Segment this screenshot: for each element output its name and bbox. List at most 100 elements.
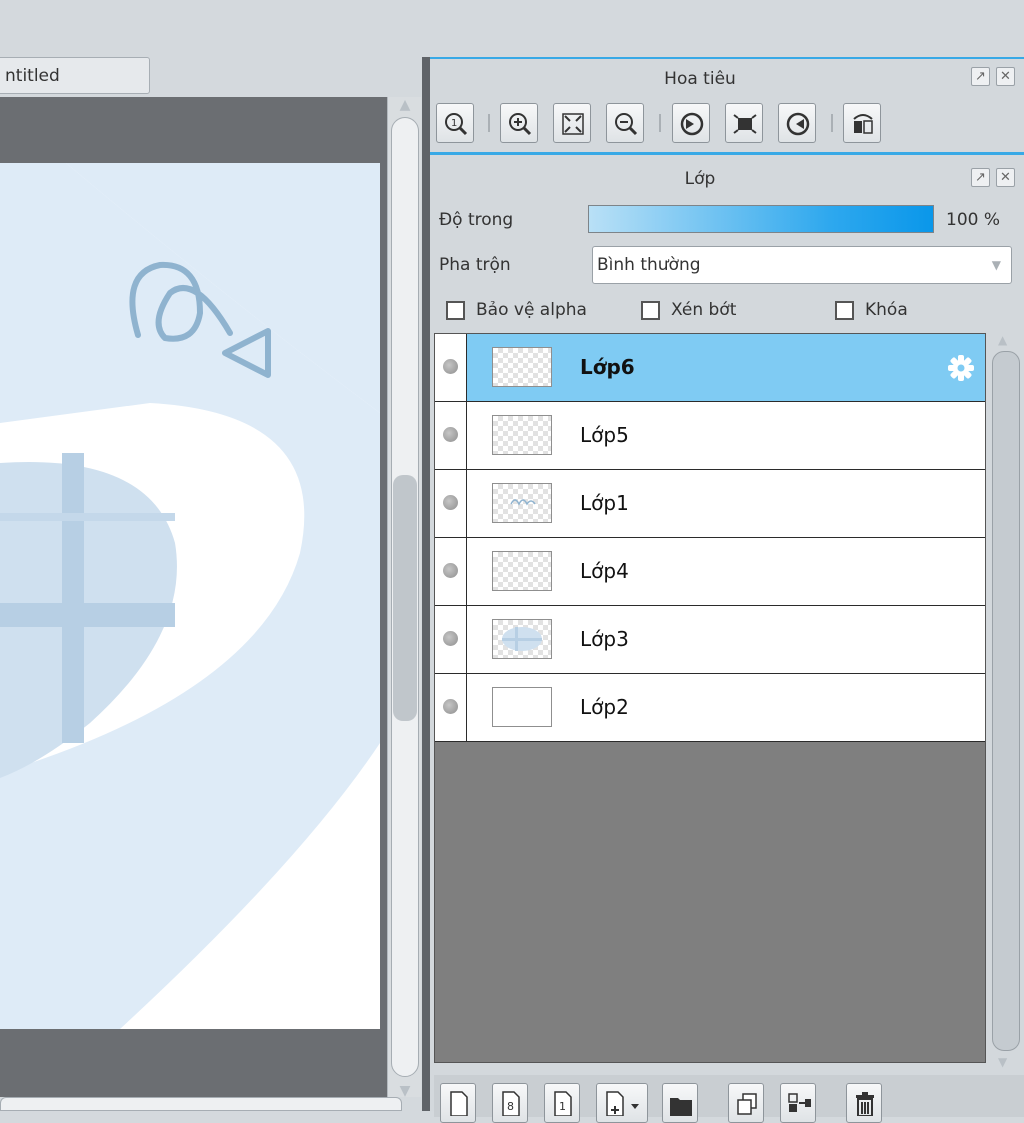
layer-name: Lớp3: [580, 627, 629, 651]
toolbar-separator: [659, 114, 661, 132]
trash-icon: [856, 1092, 874, 1116]
zoom-in-icon: [509, 113, 532, 136]
panel-splitter[interactable]: [422, 57, 430, 1111]
duplicate-icon: [737, 1093, 757, 1115]
blend-mode-label: Pha trộn: [439, 255, 511, 275]
layer-name: Lớp4: [580, 559, 629, 583]
fit-to-window-button[interactable]: [553, 103, 591, 143]
svg-text:1: 1: [559, 1100, 566, 1113]
visibility-cell[interactable]: [435, 402, 467, 469]
layer-row[interactable]: Lớp6: [435, 334, 985, 402]
layer-thumbnail: [492, 347, 552, 387]
visibility-cell[interactable]: [435, 334, 467, 401]
layer-panel-close-icon[interactable]: ✕: [996, 168, 1015, 187]
lock-checkbox[interactable]: [835, 301, 854, 320]
toolbar-separator: [831, 114, 833, 132]
visibility-cell[interactable]: [435, 606, 467, 673]
canvas-vertical-scrollbar[interactable]: ▲ ▼: [387, 97, 421, 1099]
reset-view-icon: [733, 114, 757, 134]
merge-down-button[interactable]: [780, 1083, 816, 1123]
duplicate-layer-button[interactable]: [728, 1083, 764, 1123]
navigator-panel: Hoa tiêu ↗ ✕ 1: [430, 57, 1024, 152]
layer-thumbnail: [492, 415, 552, 455]
canvas-artwork: [0, 163, 380, 1029]
artwork-stripe-v: [62, 453, 84, 743]
clipping-label: Xén bớt: [671, 300, 737, 320]
flip-horizontal-button[interactable]: [843, 103, 881, 143]
new-page-icon: [450, 1091, 468, 1116]
canvas-horizontal-scrollbar[interactable]: [0, 1097, 402, 1111]
visibility-dot-icon[interactable]: [443, 427, 458, 442]
layer-row[interactable]: Lớp3: [435, 606, 985, 674]
layer-row[interactable]: Lớp5: [435, 402, 985, 470]
layer-thumbnail: [492, 551, 552, 591]
layer-row[interactable]: Lớp4: [435, 538, 985, 606]
zoom-in-button[interactable]: [500, 103, 538, 143]
layer-thumbnail-art: [510, 499, 536, 506]
layer-list-scrollbar[interactable]: ▲ ▼: [988, 333, 1020, 1073]
protect-alpha-checkbox[interactable]: [446, 301, 465, 320]
canvas-scroll-thumb[interactable]: [393, 475, 417, 721]
visibility-dot-icon[interactable]: [443, 359, 458, 374]
layer-row[interactable]: Lớp2: [435, 674, 985, 742]
layer-panel: Lớp ↗ ✕ Độ trong 100 % Pha trộn Bình thư…: [430, 152, 1024, 1123]
opacity-slider[interactable]: [588, 205, 934, 233]
navigator-title: Hoa tiêu: [664, 69, 736, 89]
clipping-checkbox[interactable]: [641, 301, 660, 320]
layer-name: Lớp5: [580, 423, 629, 447]
navigator-undock-icon[interactable]: ↗: [971, 67, 990, 86]
layer-scroll-thumb[interactable]: [992, 351, 1020, 1051]
new-1bit-layer-icon: 1: [554, 1091, 572, 1116]
document-tab[interactable]: ntitled: [0, 57, 150, 94]
canvas-paper[interactable]: [0, 163, 380, 1029]
layer-panel-title: Lớp: [684, 169, 716, 189]
svg-text:1: 1: [451, 118, 457, 129]
add-layer-icon: [606, 1091, 639, 1116]
delete-layer-button[interactable]: [846, 1083, 882, 1123]
scroll-down-arrow-icon[interactable]: ▼: [396, 1083, 414, 1099]
layer-row[interactable]: Lớp1: [435, 470, 985, 538]
opacity-value: 100 %: [946, 210, 1001, 230]
layer-thumbnail-art: [502, 627, 542, 651]
zoom-out-button[interactable]: [606, 103, 644, 143]
new-layer-button[interactable]: [440, 1083, 476, 1123]
visibility-cell[interactable]: [435, 470, 467, 537]
artwork-stripe-v2: [0, 513, 175, 521]
scroll-down-arrow-icon[interactable]: ▼: [998, 1055, 1007, 1069]
visibility-dot-icon[interactable]: [443, 631, 458, 646]
layer-list[interactable]: Lớp6 Lớp5 Lớp1 Lớp4 Lớp3 Lớp2: [434, 333, 986, 1063]
reset-view-button[interactable]: [725, 103, 763, 143]
zoom-actual-size-button[interactable]: 1: [436, 103, 474, 143]
new-1bit-layer-button[interactable]: 1: [544, 1083, 580, 1123]
artwork-stripe-h: [0, 603, 175, 627]
layer-panel-undock-icon[interactable]: ↗: [971, 168, 990, 187]
rotate-left-button[interactable]: [672, 103, 710, 143]
gear-icon[interactable]: [945, 352, 977, 384]
rotate-right-button[interactable]: [778, 103, 816, 143]
visibility-cell[interactable]: [435, 538, 467, 605]
visibility-dot-icon[interactable]: [443, 699, 458, 714]
new-folder-button[interactable]: [662, 1083, 698, 1123]
blend-mode-select[interactable]: Bình thường ▼: [592, 246, 1012, 284]
scroll-up-arrow-icon[interactable]: ▲: [396, 97, 414, 113]
merge-down-icon: [788, 1093, 811, 1112]
blend-mode-value: Bình thường: [597, 255, 701, 275]
canvas-viewport[interactable]: [0, 97, 387, 1097]
chevron-down-icon: ▼: [991, 258, 1001, 272]
new-8bit-layer-button[interactable]: 8: [492, 1083, 528, 1123]
svg-text:8: 8: [507, 1100, 514, 1113]
protect-alpha-label: Bảo vệ alpha: [476, 300, 587, 320]
visibility-cell[interactable]: [435, 674, 467, 741]
fit-window-icon: [562, 113, 584, 135]
layer-thumbnail: [492, 687, 552, 727]
document-tab-label: ntitled: [5, 66, 60, 86]
new-8bit-layer-icon: 8: [502, 1091, 520, 1116]
layer-thumbnail: [492, 619, 552, 659]
visibility-dot-icon[interactable]: [443, 495, 458, 510]
opacity-label: Độ trong: [439, 210, 514, 230]
visibility-dot-icon[interactable]: [443, 563, 458, 578]
layer-name: Lớp6: [580, 355, 635, 379]
add-layer-dropdown-button[interactable]: [596, 1083, 648, 1123]
scroll-up-arrow-icon[interactable]: ▲: [998, 333, 1007, 347]
navigator-close-icon[interactable]: ✕: [996, 67, 1015, 86]
